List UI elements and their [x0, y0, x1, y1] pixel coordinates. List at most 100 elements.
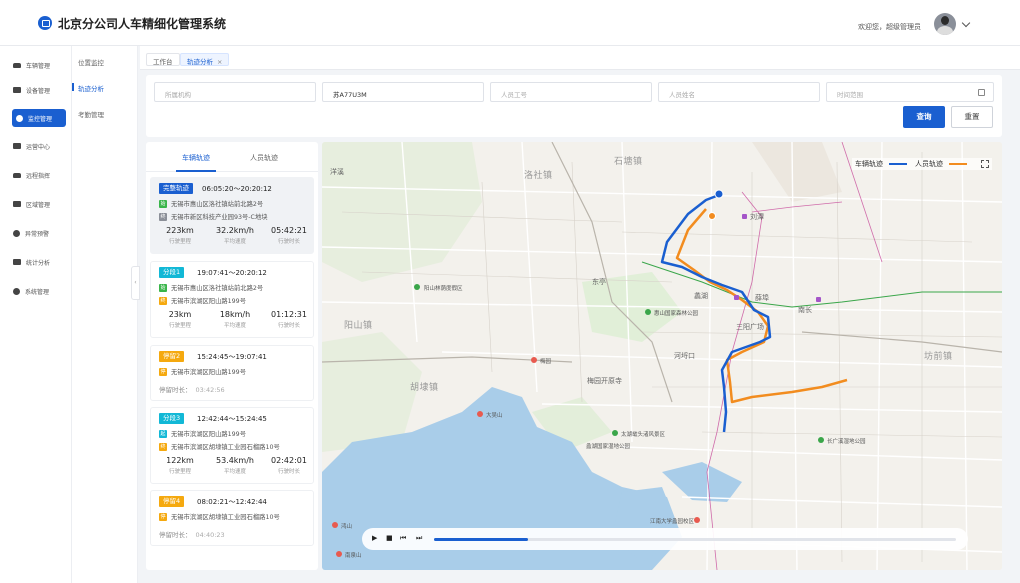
- query-button[interactable]: 查询: [903, 106, 945, 128]
- segment-time: 08:02:21～12:42:44: [197, 498, 267, 506]
- legend-vehicle-swatch: [889, 163, 907, 165]
- rewind-icon[interactable]: ⏮: [400, 534, 406, 543]
- map-poi: 鸿山: [341, 524, 353, 530]
- segment-time: 12:42:44～15:24:45: [197, 415, 267, 423]
- map-poi: 太湖鼋头渚风景区: [621, 432, 666, 438]
- map-poi: 大吴山: [486, 413, 503, 419]
- collapse-sidebar-button[interactable]: ‹: [131, 266, 140, 300]
- trajectory-card-segment-3[interactable]: 分段3 12:42:44～15:24:45 起无锡市滨湖区阳山路199号 终无锡…: [150, 407, 314, 484]
- playback-progress-track[interactable]: [434, 538, 956, 541]
- tab-trajectory[interactable]: 轨迹分析 ×: [180, 53, 230, 66]
- calendar-icon: [978, 89, 985, 96]
- avatar[interactable]: [934, 13, 956, 35]
- map-view[interactable]: 石塘镇 洛社镇 洋溪 阳山镇 胡埭镇 坊前镇 刘潭 南长 三阳广场 河埒口 梅园…: [322, 142, 1002, 570]
- legend-person-swatch: [949, 163, 967, 165]
- segment-time: 19:07:41～20:20:12: [197, 269, 267, 277]
- end-icon: 终: [159, 442, 167, 451]
- segment-badge: 停留2: [159, 351, 185, 362]
- fullscreen-icon[interactable]: [981, 160, 989, 168]
- sub-sidebar: 位置监控 轨迹分析 考勤管理: [72, 46, 138, 583]
- map-label-district: 南长: [798, 306, 812, 314]
- stay-icon: 停: [159, 367, 167, 376]
- map-label-district: 薛埠: [755, 294, 769, 302]
- map-label-district: 三阳广场: [736, 323, 764, 331]
- sidebar-item-stats[interactable]: 统计分析: [9, 253, 67, 271]
- trajectory-card-stay-2[interactable]: 停留2 15:24:45～19:07:41 停无锡市滨湖区阳山路199号 停留时…: [150, 345, 314, 401]
- stat-speed: 18km/h 平均速度: [219, 310, 251, 329]
- tab-person-trajectory[interactable]: 人员轨迹: [250, 153, 278, 163]
- sidebar-item-devices[interactable]: 设备管理: [9, 81, 67, 99]
- trajectory-tabs: 车辆轨迹 人员轨迹: [146, 142, 318, 172]
- map-poi: 惠山国家森林公园: [654, 311, 699, 317]
- end-address: 终无锡市新区科技产业园93号-C地块: [159, 212, 268, 221]
- map-label-town: 石塘镇: [614, 157, 643, 167]
- trajectory-card-full[interactable]: 完整轨迹 06:05:20～20:20:12 始无锡市惠山区洛社镇站前北路2号 …: [150, 177, 314, 254]
- start-icon: 始: [159, 199, 167, 208]
- map-poi: 南泉山: [345, 553, 362, 559]
- welcome-text: 欢迎您，超级管理员: [858, 23, 921, 31]
- sidebar-item-remote[interactable]: 远程指挥: [9, 166, 67, 184]
- time-range-picker[interactable]: 时间范围: [826, 82, 994, 102]
- page-tabs: 工作台 轨迹分析 ×: [140, 46, 1020, 70]
- person-name-input[interactable]: 人员姓名: [658, 82, 820, 102]
- start-icon: 始: [159, 283, 167, 292]
- remote-icon: [13, 172, 21, 178]
- trajectory-card-stay-4[interactable]: 停留4 08:02:21～12:42:44 停无锡市滨湖区胡埭镇工业园石榴路10…: [150, 490, 314, 546]
- subnav-attendance[interactable]: 考勤管理: [78, 109, 104, 119]
- fast-forward-icon[interactable]: ⏭: [416, 534, 422, 543]
- org-select[interactable]: 所属机构: [154, 82, 316, 102]
- sidebar-item-system[interactable]: 系统管理: [9, 282, 67, 300]
- sidebar-item-operations[interactable]: 运营中心: [9, 137, 67, 155]
- employee-id-input[interactable]: 人员工号: [490, 82, 652, 102]
- sidebar-item-vehicles[interactable]: 车辆管理: [9, 56, 67, 74]
- playback-bar: ▶ ■ ⏮ ⏭: [362, 528, 968, 550]
- sidebar-item-alarm[interactable]: 异常预警: [9, 224, 67, 242]
- map-label-district: 蠡湖: [694, 292, 708, 300]
- trajectory-card-segment-1[interactable]: 分段1 19:07:41～20:20:12 始无锡市惠山区洛社镇站前北路2号 终…: [150, 261, 314, 338]
- stat-distance: 223km 行驶里程: [166, 226, 194, 245]
- stat-speed: 53.4km/h 平均速度: [215, 456, 254, 475]
- tab-workbench[interactable]: 工作台: [146, 53, 180, 66]
- reset-button[interactable]: 重置: [951, 106, 993, 128]
- map-label-district: 刘潭: [750, 213, 764, 221]
- legend-person-label: 人员轨迹: [915, 160, 943, 168]
- stay-address: 停无锡市滨湖区胡埭镇工业园石榴路10号: [159, 512, 280, 521]
- filter-bar: 所属机构 苏A77U3M 人员工号 人员姓名 时间范围 查询 重置: [146, 75, 1002, 137]
- stay-icon: 停: [159, 512, 167, 521]
- subnav-trajectory[interactable]: 轨迹分析: [78, 83, 104, 93]
- play-icon[interactable]: ▶: [372, 534, 377, 542]
- device-icon: [13, 87, 21, 93]
- app-title: 北京分公司人车精细化管理系统: [58, 17, 227, 31]
- chevron-down-icon[interactable]: [961, 18, 971, 28]
- map-label-district: 梅园开原寺: [587, 377, 622, 385]
- monitor-icon: [16, 114, 23, 122]
- operation-icon: [13, 143, 21, 149]
- stop-icon[interactable]: ■: [386, 534, 393, 542]
- map-label-town: 洛社镇: [524, 171, 553, 181]
- segment-time: 06:05:20～20:20:12: [202, 185, 272, 193]
- tab-vehicle-trajectory[interactable]: 车辆轨迹: [182, 153, 210, 163]
- subnav-location-monitor[interactable]: 位置监控: [78, 57, 104, 67]
- settings-icon: [13, 287, 20, 295]
- person-start-marker: [708, 212, 716, 220]
- car-icon: [13, 62, 21, 68]
- map-label-town: 胡埭镇: [410, 383, 439, 393]
- segment-badge: 完整轨迹: [159, 183, 193, 194]
- stay-duration: 停留时长： 04:40:23: [159, 531, 225, 539]
- map-canvas: [322, 142, 1002, 570]
- area-icon: [13, 201, 21, 207]
- stat-duration: 01:12:31 行驶时长: [271, 310, 307, 329]
- map-label-town: 洋溪: [330, 168, 344, 176]
- map-legend: 车辆轨迹 人员轨迹: [852, 158, 992, 170]
- sidebar-item-monitor[interactable]: 监控管理: [12, 109, 66, 127]
- segment-badge: 停留4: [159, 496, 185, 507]
- plate-input[interactable]: 苏A77U3M: [322, 82, 484, 102]
- sidebar-item-area[interactable]: 区域管理: [9, 195, 67, 213]
- stat-speed: 32.2km/h 平均速度: [215, 226, 254, 245]
- end-icon: 终: [159, 296, 167, 305]
- close-icon[interactable]: ×: [217, 58, 222, 66]
- stat-duration: 02:42:01 行驶时长: [271, 456, 307, 475]
- map-label-town: 阳山镇: [344, 321, 373, 331]
- stat-distance: 122km 行驶里程: [166, 456, 194, 475]
- stat-distance: 23km 行驶里程: [168, 310, 192, 329]
